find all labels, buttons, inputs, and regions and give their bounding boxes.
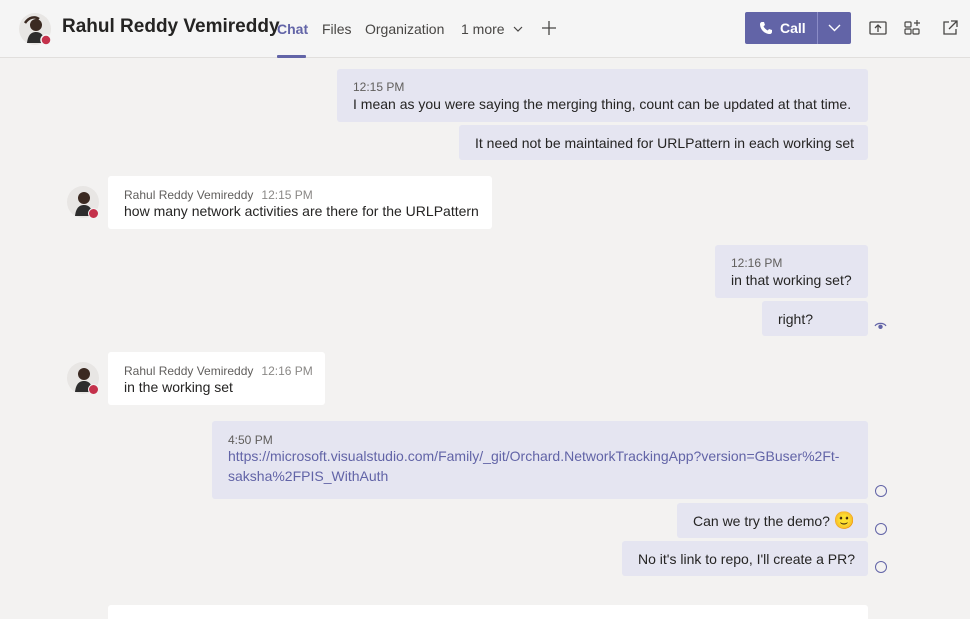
eye-icon: [874, 322, 887, 329]
pop-out-icon[interactable]: [940, 18, 960, 38]
message-timestamp: 12:16 PM: [261, 364, 313, 378]
sent-message[interactable]: 4:50 PM https://microsoft.visualstudio.c…: [212, 421, 868, 499]
call-button[interactable]: Call: [745, 12, 817, 44]
share-screen-icon[interactable]: [868, 18, 888, 38]
message-text: how many network activities are there fo…: [124, 203, 479, 219]
link-line: https://microsoft.visualstudio.com/Famil…: [228, 448, 840, 464]
tab-files[interactable]: Files: [322, 21, 352, 37]
tab-more[interactable]: 1 more: [461, 21, 523, 37]
message-text: It need not be maintained for URLPattern…: [475, 135, 854, 151]
sent-message[interactable]: 12:15 PM I mean as you were saying the m…: [337, 69, 868, 122]
sender-name: Rahul Reddy Vemireddy: [124, 364, 254, 378]
sent-message[interactable]: right?: [762, 301, 868, 336]
tab-organization[interactable]: Organization: [365, 21, 444, 37]
message-text: in that working set?: [731, 272, 852, 288]
message-text-content: Can we try the demo?: [693, 513, 830, 529]
active-tab-indicator: [277, 55, 306, 58]
message-text: in the working set: [124, 379, 233, 395]
sent-receipt-icon: [875, 523, 887, 535]
sent-message[interactable]: Can we try the demo? 🙂: [677, 503, 868, 538]
sent-receipt-icon: [875, 561, 887, 573]
received-message[interactable]: Rahul Reddy Vemireddy 12:15 PM how many n…: [108, 176, 492, 229]
sent-message[interactable]: It need not be maintained for URLPattern…: [459, 125, 868, 160]
call-options-dropdown[interactable]: [817, 12, 851, 44]
chevron-down-icon: [828, 24, 841, 32]
add-people-icon[interactable]: [903, 18, 923, 38]
message-text: right?: [778, 311, 814, 327]
smile-emoji-icon: 🙂: [833, 511, 856, 530]
link-line: saksha%2FPIS_WithAuth: [228, 468, 389, 484]
add-tab-icon[interactable]: [540, 19, 558, 37]
message-text: Can we try the demo? 🙂: [693, 511, 855, 531]
received-message[interactable]: Rahul Reddy Vemireddy 12:16 PM in the wor…: [108, 352, 325, 405]
phone-icon: [760, 22, 772, 34]
message-timestamp: 12:15 PM: [261, 188, 313, 202]
message-text: I mean as you were saying the merging th…: [353, 96, 852, 112]
tab-chat[interactable]: Chat: [277, 21, 308, 37]
chat-header: Rahul Reddy Vemireddy Chat Files Organiz…: [0, 0, 970, 58]
message-text: No it's link to repo, I'll create a PR?: [638, 551, 855, 567]
status-busy-indicator: [88, 384, 99, 395]
sent-message[interactable]: 12:16 PM in that working set?: [715, 245, 868, 298]
chevron-down-icon: [514, 26, 523, 32]
sent-message[interactable]: No it's link to repo, I'll create a PR?: [622, 541, 868, 576]
sender-name: Rahul Reddy Vemireddy: [124, 188, 254, 202]
status-busy-indicator: [88, 208, 99, 219]
contact-avatar[interactable]: [19, 13, 51, 45]
repo-link[interactable]: https://microsoft.visualstudio.com/Famil…: [228, 446, 839, 486]
compose-box[interactable]: [108, 605, 868, 619]
sender-avatar[interactable]: [67, 186, 99, 219]
tab-more-label: 1 more: [461, 21, 505, 37]
sender-avatar[interactable]: [67, 362, 99, 395]
chat-title: Rahul Reddy Vemireddy: [62, 16, 280, 37]
sent-receipt-icon: [875, 485, 887, 497]
call-button-label: Call: [780, 20, 806, 36]
